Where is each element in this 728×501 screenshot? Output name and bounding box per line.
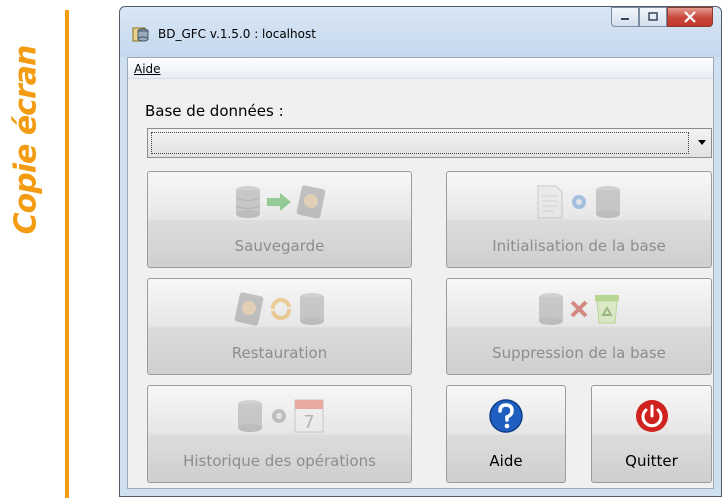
suppression-button[interactable]: Suppression de la base — [446, 278, 712, 375]
gear-icon — [271, 409, 286, 423]
quitter-button[interactable]: Quitter — [591, 385, 712, 483]
sauvegarde-button[interactable]: Sauvegarde — [147, 171, 412, 268]
restauration-label: Restauration — [231, 344, 328, 362]
database-icon — [539, 293, 563, 325]
orange-divider — [65, 10, 69, 498]
maximize-button[interactable] — [639, 7, 667, 27]
aide-button[interactable]: Aide — [446, 385, 566, 483]
database-select-value — [151, 132, 689, 154]
dropdown-arrow-icon[interactable] — [698, 140, 706, 145]
database-app-icon — [132, 27, 149, 42]
document-icon — [537, 185, 563, 219]
help-icon — [489, 399, 523, 433]
hard-drive-icon — [296, 185, 325, 219]
aide-label: Aide — [489, 452, 523, 470]
power-icon — [635, 400, 668, 432]
app-window: BD_GFC v.1.5.0 : localhost Aide Base de … — [119, 6, 722, 497]
window-controls — [611, 7, 713, 29]
recycle-bin-icon — [595, 295, 619, 324]
close-button[interactable] — [667, 7, 713, 27]
hard-drive-icon — [234, 292, 263, 326]
gear-icon — [572, 195, 586, 209]
minimize-button[interactable] — [611, 7, 639, 27]
menu-aide-label: Aide — [134, 62, 161, 76]
database-icon — [299, 293, 324, 325]
initialisation-button[interactable]: Initialisation de la base — [446, 171, 712, 268]
database-label: Base de données : — [145, 102, 284, 120]
menu-aide[interactable]: Aide — [128, 60, 167, 78]
initialisation-label: Initialisation de la base — [492, 237, 666, 255]
database-select[interactable] — [147, 128, 712, 158]
refresh-icon — [270, 297, 291, 321]
historique-label: Historique des opérations — [183, 452, 376, 470]
close-icon — [684, 11, 696, 23]
client-area: Aide Base de données : Sauvegarde Initia… — [127, 57, 714, 489]
delete-x-icon — [570, 300, 588, 318]
database-icon — [596, 186, 620, 218]
database-icon — [237, 400, 262, 432]
database-icon — [235, 186, 260, 218]
sauvegarde-label: Sauvegarde — [234, 237, 325, 255]
menu-bar: Aide — [128, 58, 713, 79]
side-caption: Copie écran — [6, 10, 46, 270]
minimize-icon — [621, 18, 629, 20]
arrow-right-icon — [266, 193, 291, 211]
calendar-day: 7 — [303, 412, 314, 433]
historique-button[interactable]: 7 Historique des opérations — [147, 385, 412, 483]
calendar-icon: 7 — [294, 399, 323, 433]
window-title: BD_GFC v.1.5.0 : localhost — [158, 27, 316, 41]
caption-text: Copie écran — [8, 45, 44, 235]
restauration-button[interactable]: Restauration — [147, 278, 412, 375]
maximize-icon — [648, 12, 658, 21]
title-bar[interactable]: BD_GFC v.1.5.0 : localhost — [120, 7, 721, 57]
suppression-label: Suppression de la base — [492, 344, 666, 362]
quitter-label: Quitter — [625, 452, 678, 470]
